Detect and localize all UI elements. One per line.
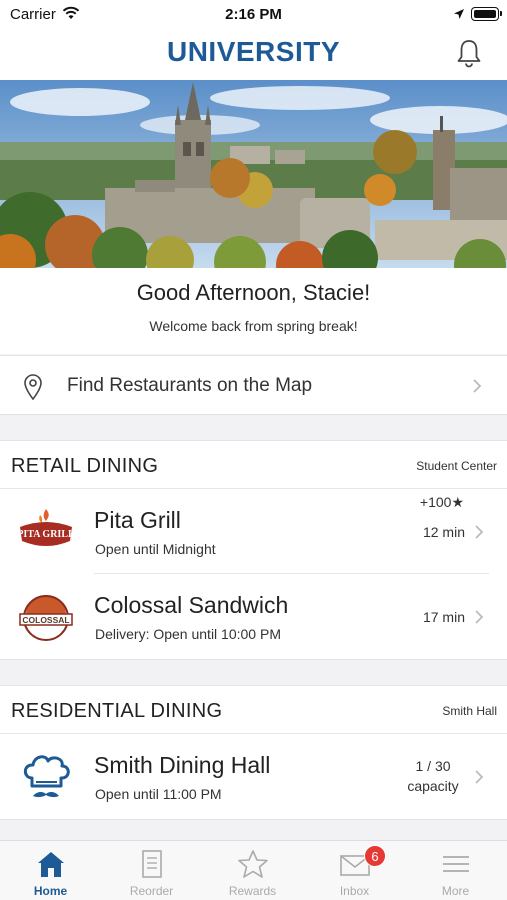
chevron-right-icon [475, 770, 484, 784]
greeting-title: Good Afternoon, Stacie! [136, 280, 371, 305]
app-header: UNIVERSITY [0, 30, 507, 80]
colossal-sandwich-logo: COLOSSAL [19, 595, 73, 641]
tab-home[interactable]: Home [0, 841, 101, 900]
bell-icon[interactable] [455, 38, 483, 68]
tab-label: Rewards [228, 884, 277, 898]
tab-label: More [441, 884, 470, 898]
tab-inbox[interactable]: 6 Inbox [304, 841, 405, 900]
restaurant-status: Delivery: Open until 10:00 PM [95, 626, 281, 642]
restaurant-status: Open until Midnight [95, 541, 216, 557]
chevron-right-icon [475, 610, 484, 624]
home-icon [38, 852, 64, 877]
receipt-icon [142, 850, 162, 878]
restaurant-name: Colossal Sandwich [94, 592, 289, 618]
app-title: UNIVERSITY [166, 36, 341, 67]
pita-grill-logo: PITA GRILL [18, 509, 74, 546]
star-icon [238, 850, 268, 878]
restaurant-pita-grill[interactable]: PITA GRILL Pita Grill Open until Midnigh… [0, 489, 507, 574]
find-restaurants-map-row[interactable]: Find Restaurants on the Map [0, 355, 507, 415]
residential-dining-section: RESIDENTIAL DINING Smith Hall Smith Dini… [0, 685, 507, 820]
campus-hero-image [0, 80, 507, 268]
menu-icon [443, 856, 469, 872]
chef-hat-icon [23, 755, 70, 798]
greeting-subtitle: Welcome back from spring break! [149, 318, 358, 334]
wait-time: 17 min [422, 609, 465, 625]
restaurant-name: Smith Dining Hall [94, 752, 271, 778]
section-title: RETAIL DINING [11, 455, 159, 477]
tab-reorder[interactable]: Reorder [101, 841, 202, 900]
clock: 2:16 PM [225, 6, 282, 23]
tab-rewards[interactable]: Rewards [202, 841, 303, 900]
capacity-label: capacity [407, 778, 459, 794]
rewards-bonus-badge: +100★ [419, 494, 464, 510]
restaurant-name: Pita Grill [94, 507, 181, 533]
map-pin-icon [24, 374, 42, 401]
svg-text:PITA GRILL: PITA GRILL [18, 529, 74, 540]
chevron-right-icon [475, 525, 484, 539]
tab-more[interactable]: More [405, 841, 506, 900]
section-location: Student Center [416, 459, 497, 473]
retail-dining-header: RETAIL DINING Student Center [0, 441, 507, 489]
capacity-count: 1 / 30 [415, 758, 451, 774]
chevron-right-icon [473, 379, 482, 393]
restaurant-smith-dining-hall[interactable]: Smith Dining Hall Open until 11:00 PM 1 … [0, 734, 507, 819]
section-location: Smith Hall [442, 704, 497, 718]
status-bar: Carrier 2:16 PM [0, 0, 507, 30]
find-restaurants-label: Find Restaurants on the Map [67, 375, 313, 396]
restaurant-status: Open until 11:00 PM [95, 786, 222, 802]
tab-label: Inbox [339, 884, 370, 898]
retail-dining-section: RETAIL DINING Student Center PITA GRILL … [0, 440, 507, 660]
restaurant-colossal-sandwich[interactable]: COLOSSAL Colossal Sandwich Delivery: Ope… [0, 574, 507, 659]
wait-time: 12 min [422, 524, 465, 540]
tab-label: Home [33, 884, 68, 898]
tab-label: Reorder [129, 884, 174, 898]
battery-icon [471, 7, 502, 21]
residential-dining-header: RESIDENTIAL DINING Smith Hall [0, 686, 507, 734]
location-arrow-icon [454, 9, 464, 19]
tab-bar: Home Reorder Rewards 6 Inbox More [0, 840, 507, 900]
section-title: RESIDENTIAL DINING [11, 700, 223, 722]
inbox-badge: 6 [364, 845, 386, 867]
greeting-card: Good Afternoon, Stacie! Welcome back fro… [0, 268, 507, 354]
svg-text:COLOSSAL: COLOSSAL [22, 615, 69, 625]
